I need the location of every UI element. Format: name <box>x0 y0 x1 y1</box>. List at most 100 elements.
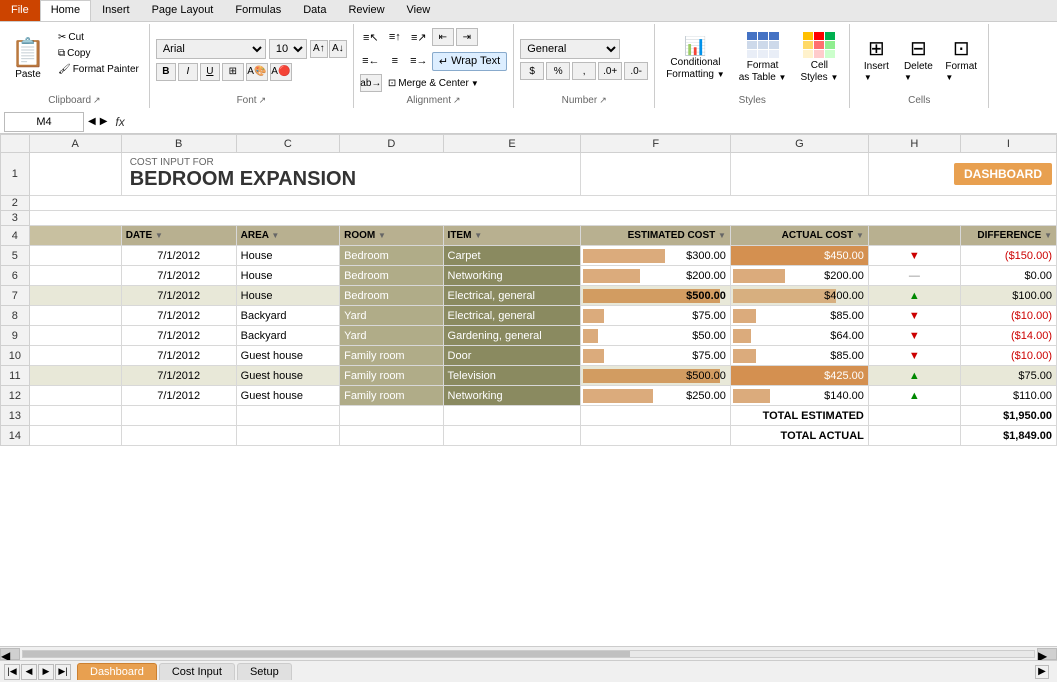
fill-color-btn[interactable]: A🎨 <box>246 63 268 81</box>
cell-f1[interactable] <box>581 153 730 196</box>
tab-nav-first[interactable]: |◀ <box>4 664 20 680</box>
act-cost-filter[interactable]: ▼ <box>856 231 864 240</box>
diff-filter[interactable]: ▼ <box>1044 231 1052 240</box>
format-painter-button[interactable]: 🖌 Format Painter <box>54 62 143 77</box>
nav-right-btn[interactable]: ▶ <box>100 116 108 127</box>
cell-date-8[interactable]: 7/1/2012 <box>121 306 236 326</box>
decrease-decimal-btn[interactable]: .0- <box>624 62 648 80</box>
sheet-tab-cost-input[interactable]: Cost Input <box>159 663 235 680</box>
cell-est-8[interactable]: $75.00 <box>581 306 730 326</box>
cell-area-11[interactable]: Guest house <box>236 366 339 386</box>
cell-area-8[interactable]: Backyard <box>236 306 339 326</box>
col-header-e[interactable]: E <box>443 135 581 153</box>
cell-f14[interactable] <box>581 426 730 446</box>
cell-date-5[interactable]: 7/1/2012 <box>121 246 236 266</box>
scroll-thumb[interactable] <box>23 651 630 657</box>
sheet-tab-dashboard[interactable]: Dashboard <box>77 663 157 680</box>
tab-view[interactable]: View <box>396 0 442 21</box>
cell-area-10[interactable]: Guest house <box>236 346 339 366</box>
cell-item-6[interactable]: Networking <box>443 266 581 286</box>
cell-room-6[interactable]: Bedroom <box>340 266 443 286</box>
cell-diff-12[interactable]: $110.00 <box>960 386 1056 406</box>
scroll-right-btn[interactable]: ▶ <box>1037 648 1057 660</box>
cell-est-5[interactable]: $300.00 <box>581 246 730 266</box>
cell-item-7[interactable]: Electrical, general <box>443 286 581 306</box>
cell-b1[interactable]: COST INPUT FOR BEDROOM EXPANSION <box>121 153 581 196</box>
cell-act-11[interactable]: $425.00 <box>730 366 868 386</box>
cell-a7[interactable] <box>29 286 121 306</box>
scroll-left-btn[interactable]: ◀ <box>0 648 20 660</box>
indent-increase-btn[interactable]: ⇥ <box>456 28 478 46</box>
copy-button[interactable]: ⧉ Copy <box>54 46 143 61</box>
cell-room-12[interactable]: Family room <box>340 386 443 406</box>
tab-insert[interactable]: Insert <box>91 0 141 21</box>
cut-button[interactable]: ✂ Cut <box>54 30 143 45</box>
cell-f13[interactable] <box>581 406 730 426</box>
cell-diff-7[interactable]: $100.00 <box>960 286 1056 306</box>
cell-g1[interactable] <box>730 153 868 196</box>
merge-center-button[interactable]: ⊡ Merge & Center ▼ <box>384 76 483 91</box>
cell-est-11[interactable]: $500.00 <box>581 366 730 386</box>
item-filter[interactable]: ▼ <box>474 231 482 240</box>
font-expander[interactable]: ↗ <box>259 95 267 106</box>
cell-h14[interactable] <box>868 426 960 446</box>
cell-a5[interactable] <box>29 246 121 266</box>
conditional-formatting-button[interactable]: 📊 ConditionalFormatting ▼ <box>661 26 730 90</box>
cell-act-7[interactable]: $400.00 <box>730 286 868 306</box>
align-top-left-btn[interactable]: ≡↖ <box>360 27 382 47</box>
cell-date-12[interactable]: 7/1/2012 <box>121 386 236 406</box>
tab-formulas[interactable]: Formulas <box>224 0 292 21</box>
cell-area-12[interactable]: Guest house <box>236 386 339 406</box>
align-left-btn[interactable]: ≡← <box>360 51 382 71</box>
date-filter[interactable]: ▼ <box>155 231 163 240</box>
col-header-h[interactable]: H <box>868 135 960 153</box>
format-as-table-button[interactable]: Formatas Table ▼ <box>734 26 792 90</box>
header-actual-cost[interactable]: ACTUAL COST ▼ <box>730 226 868 246</box>
number-format-select[interactable]: General <box>520 39 620 59</box>
indent-decrease-btn[interactable]: ⇤ <box>432 28 454 46</box>
cell-diff-8[interactable]: ($10.00) <box>960 306 1056 326</box>
border-btn[interactable]: ⊞ <box>222 63 244 81</box>
wrap-text-button[interactable]: ↵ Wrap Text <box>432 52 507 71</box>
cell-area-5[interactable]: House <box>236 246 339 266</box>
cell-diff-10[interactable]: ($10.00) <box>960 346 1056 366</box>
cell-a10[interactable] <box>29 346 121 366</box>
cell-date-11[interactable]: 7/1/2012 <box>121 366 236 386</box>
cell-h1[interactable]: DASHBOARD <box>868 153 1056 196</box>
col-header-g[interactable]: G <box>730 135 868 153</box>
cell-date-7[interactable]: 7/1/2012 <box>121 286 236 306</box>
cell-act-10[interactable]: $85.00 <box>730 346 868 366</box>
col-header-c[interactable]: C <box>236 135 339 153</box>
font-color-btn[interactable]: A🔴 <box>270 63 292 81</box>
cell-diff-11[interactable]: $75.00 <box>960 366 1056 386</box>
cell-a8[interactable] <box>29 306 121 326</box>
insert-button[interactable]: ⊞ Insert▼ <box>856 28 896 92</box>
cell-styles-button[interactable]: CellStyles ▼ <box>795 26 843 90</box>
scroll-track[interactable] <box>22 650 1035 658</box>
cell-item-10[interactable]: Door <box>443 346 581 366</box>
font-family-select[interactable]: Arial <box>156 39 266 59</box>
sheet-tab-setup[interactable]: Setup <box>237 663 292 680</box>
cell-a13[interactable] <box>29 406 121 426</box>
tab-file[interactable]: File <box>0 0 40 21</box>
delete-button[interactable]: ⊟ Delete▼ <box>898 28 938 92</box>
tab-nav-next[interactable]: ▶ <box>38 664 54 680</box>
header-room[interactable]: ROOM ▼ <box>340 226 443 246</box>
header-estimated-cost[interactable]: ESTIMATED COST ▼ <box>581 226 730 246</box>
cell-diff-9[interactable]: ($14.00) <box>960 326 1056 346</box>
cell-item-9[interactable]: Gardening, general <box>443 326 581 346</box>
cell-item-5[interactable]: Carpet <box>443 246 581 266</box>
align-right-btn[interactable]: ≡→ <box>408 51 430 71</box>
cell-a9[interactable] <box>29 326 121 346</box>
col-header-f[interactable]: F <box>581 135 730 153</box>
cell-date-9[interactable]: 7/1/2012 <box>121 326 236 346</box>
cell-est-10[interactable]: $75.00 <box>581 346 730 366</box>
cell-a6[interactable] <box>29 266 121 286</box>
cell-d14[interactable] <box>340 426 443 446</box>
clipboard-expander[interactable]: ↗ <box>93 95 101 106</box>
header-area[interactable]: AREA ▼ <box>236 226 339 246</box>
room-filter[interactable]: ▼ <box>378 231 386 240</box>
align-center-btn[interactable]: ≡ <box>384 51 406 71</box>
cell-c13[interactable] <box>236 406 339 426</box>
cell-item-12[interactable]: Networking <box>443 386 581 406</box>
